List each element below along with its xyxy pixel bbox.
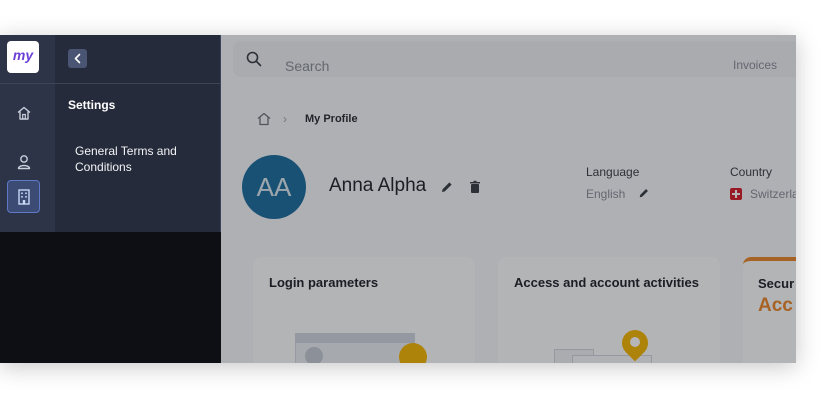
collapse-button[interactable]: [68, 49, 87, 68]
settings-panel: Settings General Terms and Conditions: [55, 35, 221, 232]
home-icon[interactable]: [15, 104, 33, 122]
building-icon: [18, 189, 30, 205]
sidebar-rail: my: [0, 35, 55, 232]
general-terms-link[interactable]: General Terms and Conditions: [75, 143, 205, 175]
sidebar-divider: [0, 83, 221, 84]
sidebar-item-settings[interactable]: [7, 180, 40, 213]
logo-text: my: [12, 47, 34, 63]
chevron-left-icon: [74, 53, 81, 64]
panel-title: Settings: [68, 98, 116, 112]
app-logo[interactable]: my: [7, 41, 39, 73]
app-window: Search Invoices › My Profile AA Anna Alp…: [0, 35, 796, 363]
sidebar-backdrop[interactable]: [0, 232, 221, 363]
user-icon[interactable]: [15, 153, 33, 171]
